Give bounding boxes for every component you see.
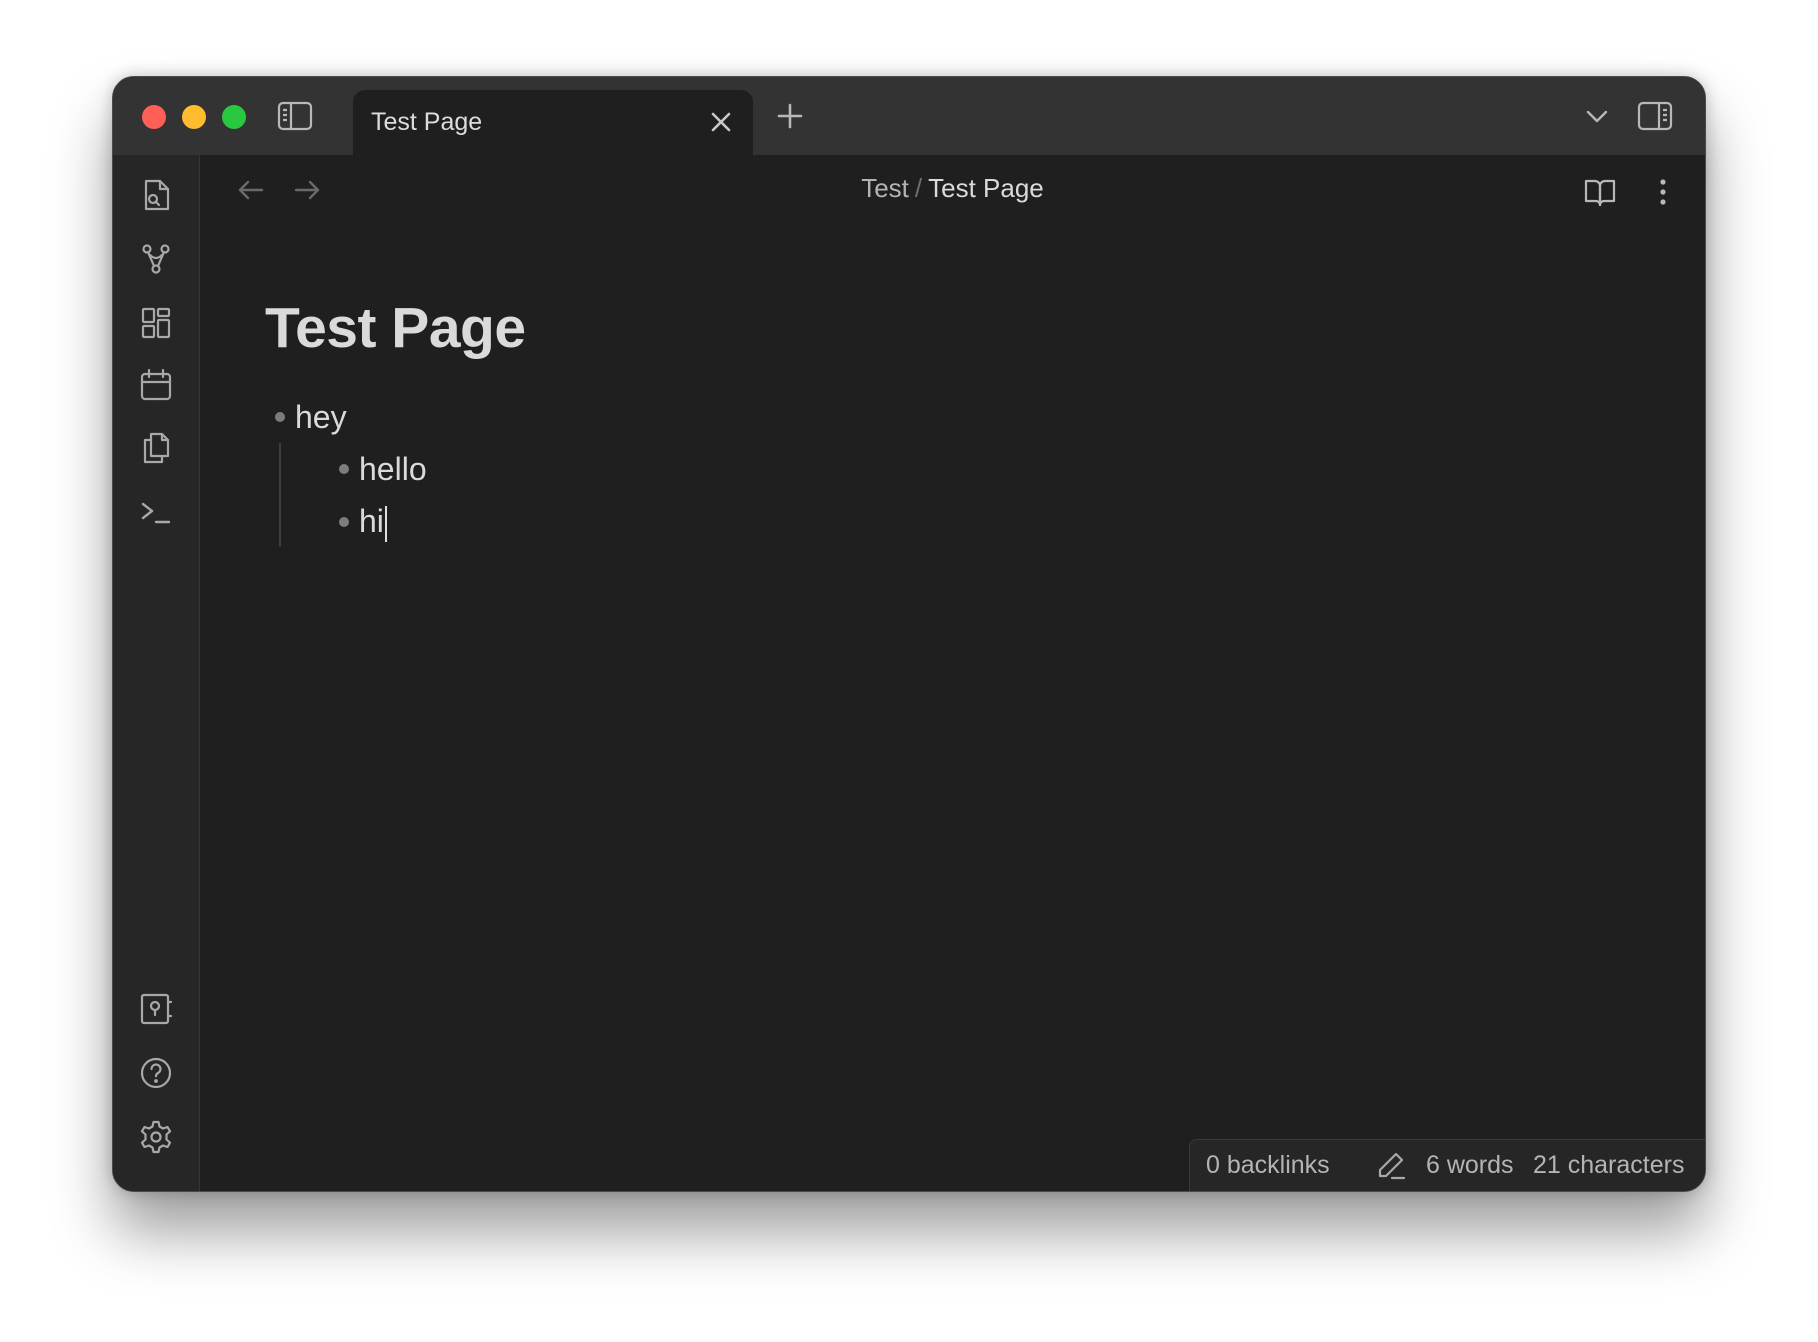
sidebar-left-icon[interactable] — [277, 99, 313, 133]
list-item-text: hi — [359, 503, 384, 539]
list-item[interactable]: hi — [359, 501, 387, 542]
vault-switcher-icon[interactable] — [138, 991, 174, 1027]
bullet-point[interactable] — [275, 412, 285, 422]
tab-test-page[interactable]: Test Page — [353, 90, 753, 157]
window-maximize-button[interactable] — [222, 105, 246, 129]
sidebar-right-icon[interactable] — [1637, 99, 1673, 133]
view-header: Test / Test Page — [200, 155, 1705, 225]
templates-icon[interactable] — [138, 430, 174, 466]
book-open-icon[interactable] — [1583, 175, 1617, 209]
breadcrumb-folder[interactable]: Test — [861, 173, 909, 203]
canvas-icon[interactable] — [138, 305, 174, 341]
pencil-icon[interactable] — [1376, 1150, 1406, 1180]
graph-view-icon[interactable] — [138, 241, 174, 277]
help-icon[interactable] — [138, 1055, 174, 1091]
note-title[interactable]: Test Page — [265, 295, 526, 361]
list-item[interactable]: hey — [295, 397, 347, 437]
title-bar: Test Page — [113, 77, 1705, 157]
status-bar: 0 backlinks 6 words 21 characters — [1189, 1139, 1705, 1191]
breadcrumb: Test / Test Page — [200, 173, 1705, 204]
word-count: 6 words — [1426, 1151, 1514, 1179]
list-item[interactable]: hello — [359, 449, 427, 489]
app-window: Test Page Test / Test Page Test Page hey… — [112, 76, 1706, 1192]
tab-title: Test Page — [371, 108, 483, 136]
chevron-down-icon[interactable] — [1582, 103, 1612, 129]
text-cursor — [384, 505, 387, 542]
more-vertical-icon[interactable] — [1653, 175, 1673, 209]
indent-guide — [279, 443, 281, 547]
breadcrumb-current[interactable]: Test Page — [928, 173, 1044, 203]
open-quick-switcher-icon[interactable] — [138, 177, 174, 213]
bullet-point[interactable] — [339, 517, 349, 527]
left-ribbon — [113, 155, 200, 1191]
bullet-point[interactable] — [339, 464, 349, 474]
daily-note-icon[interactable] — [138, 367, 174, 403]
plus-icon[interactable] — [775, 101, 805, 131]
close-icon[interactable] — [707, 108, 735, 136]
breadcrumb-separator: / — [914, 173, 923, 203]
window-minimize-button[interactable] — [182, 105, 206, 129]
backlinks-count[interactable]: 0 backlinks — [1206, 1151, 1330, 1180]
command-palette-icon[interactable] — [138, 495, 174, 531]
window-close-button[interactable] — [142, 105, 166, 129]
settings-icon[interactable] — [138, 1119, 174, 1155]
character-count: 21 characters — [1533, 1151, 1685, 1179]
